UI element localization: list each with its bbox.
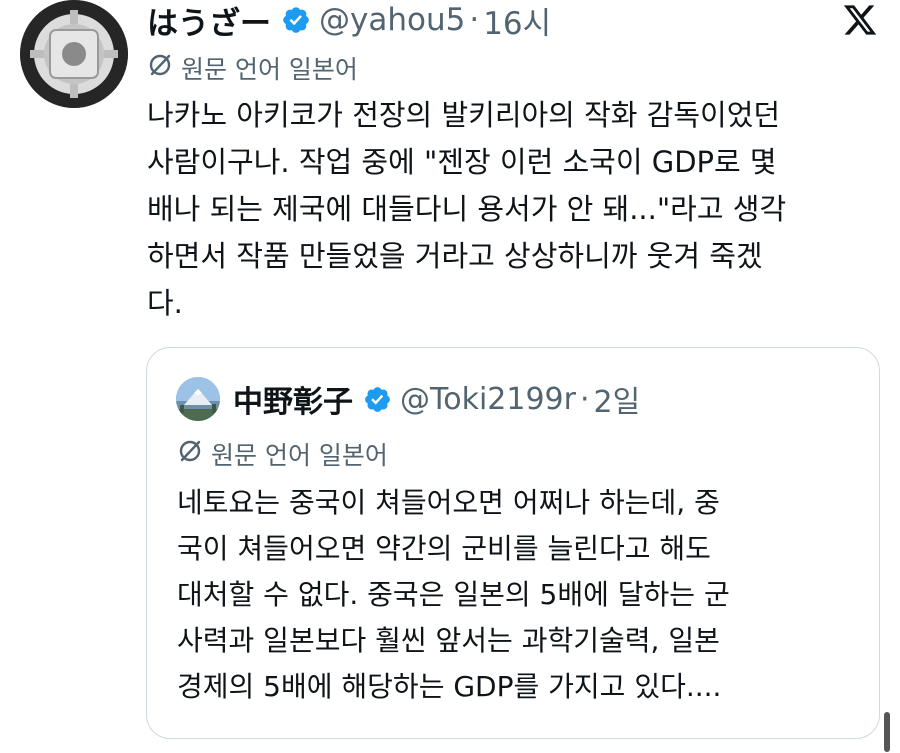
quoted-tweet-time[interactable]: 2일	[594, 377, 641, 421]
verified-badge-icon	[363, 385, 392, 414]
author-handle[interactable]: @yahou5	[319, 2, 465, 38]
separator-dot: ·	[469, 2, 480, 38]
quoted-translate-label[interactable]: 원문 언어 일본어	[177, 436, 388, 472]
x-logo-icon[interactable]	[842, 2, 878, 38]
quoted-line: 경제의 5배에 해당하는 GDP를 가지고 있다....	[177, 670, 722, 703]
author-avatar[interactable]	[20, 0, 128, 108]
quoted-line: 대처할 수 없다. 중국은 일본의 5배에 달하는 군	[177, 578, 730, 611]
tweet-line: 배나 되는 제국에 대들다니 용서가 안 돼..."라고 생각	[147, 192, 787, 226]
translate-icon	[147, 52, 181, 84]
quoted-author-handle[interactable]: @Toki2199r	[400, 382, 576, 417]
quoted-line: 사력과 일본보다 훨씬 앞서는 과학기술력, 일본	[177, 624, 720, 657]
translate-label[interactable]: 원문 언어 일본어	[147, 50, 358, 86]
tweet-line: 나카노 아키코가 전장의 발키리아의 작화 감독이었던	[147, 98, 781, 132]
translate-icon	[177, 438, 211, 470]
translate-text: 원문 언어 일본어	[181, 55, 358, 84]
quoted-tweet-text: 네토요는 중국이 쳐들어오면 어쩌나 하는데, 중 국이 쳐들어오면 약간의 군…	[177, 480, 857, 710]
quoted-author-avatar[interactable]	[176, 377, 220, 421]
tweet-line: 사람이구나. 작업 중에 "젠장 이런 소국이 GDP로 몇	[147, 145, 777, 179]
separator-dot: ·	[579, 381, 590, 417]
quoted-author-name[interactable]: 中野彰子	[233, 377, 353, 421]
quoted-line: 네토요는 중국이 쳐들어오면 어쩌나 하는데, 중	[177, 486, 720, 519]
quoted-tweet-header: 中野彰子 @Toki2199r · 2일	[233, 377, 640, 421]
tweet-time[interactable]: 16시	[483, 0, 551, 43]
tweet-line: 하면서 작품 만들었을 거라고 상상하니까 웃겨 죽겠	[147, 239, 763, 273]
verified-badge-icon	[281, 5, 311, 35]
tweet-header: はうざー @yahou5 · 16시	[147, 0, 551, 43]
translate-text: 원문 언어 일본어	[211, 441, 388, 470]
tweet-line: 다.	[147, 286, 183, 320]
quoted-tweet-card[interactable]: 中野彰子 @Toki2199r · 2일 원문 언어 일본어 네토요는 중국이 …	[146, 347, 880, 739]
scrollbar-thumb[interactable]	[884, 712, 890, 752]
quoted-line: 국이 쳐들어오면 약간의 군비를 늘린다고 해도	[177, 532, 711, 565]
tweet-text: 나카노 아키코가 전장의 발키리아의 작화 감독이었던 사람이구나. 작업 중에…	[147, 92, 882, 327]
author-name[interactable]: はうざー	[147, 0, 271, 43]
